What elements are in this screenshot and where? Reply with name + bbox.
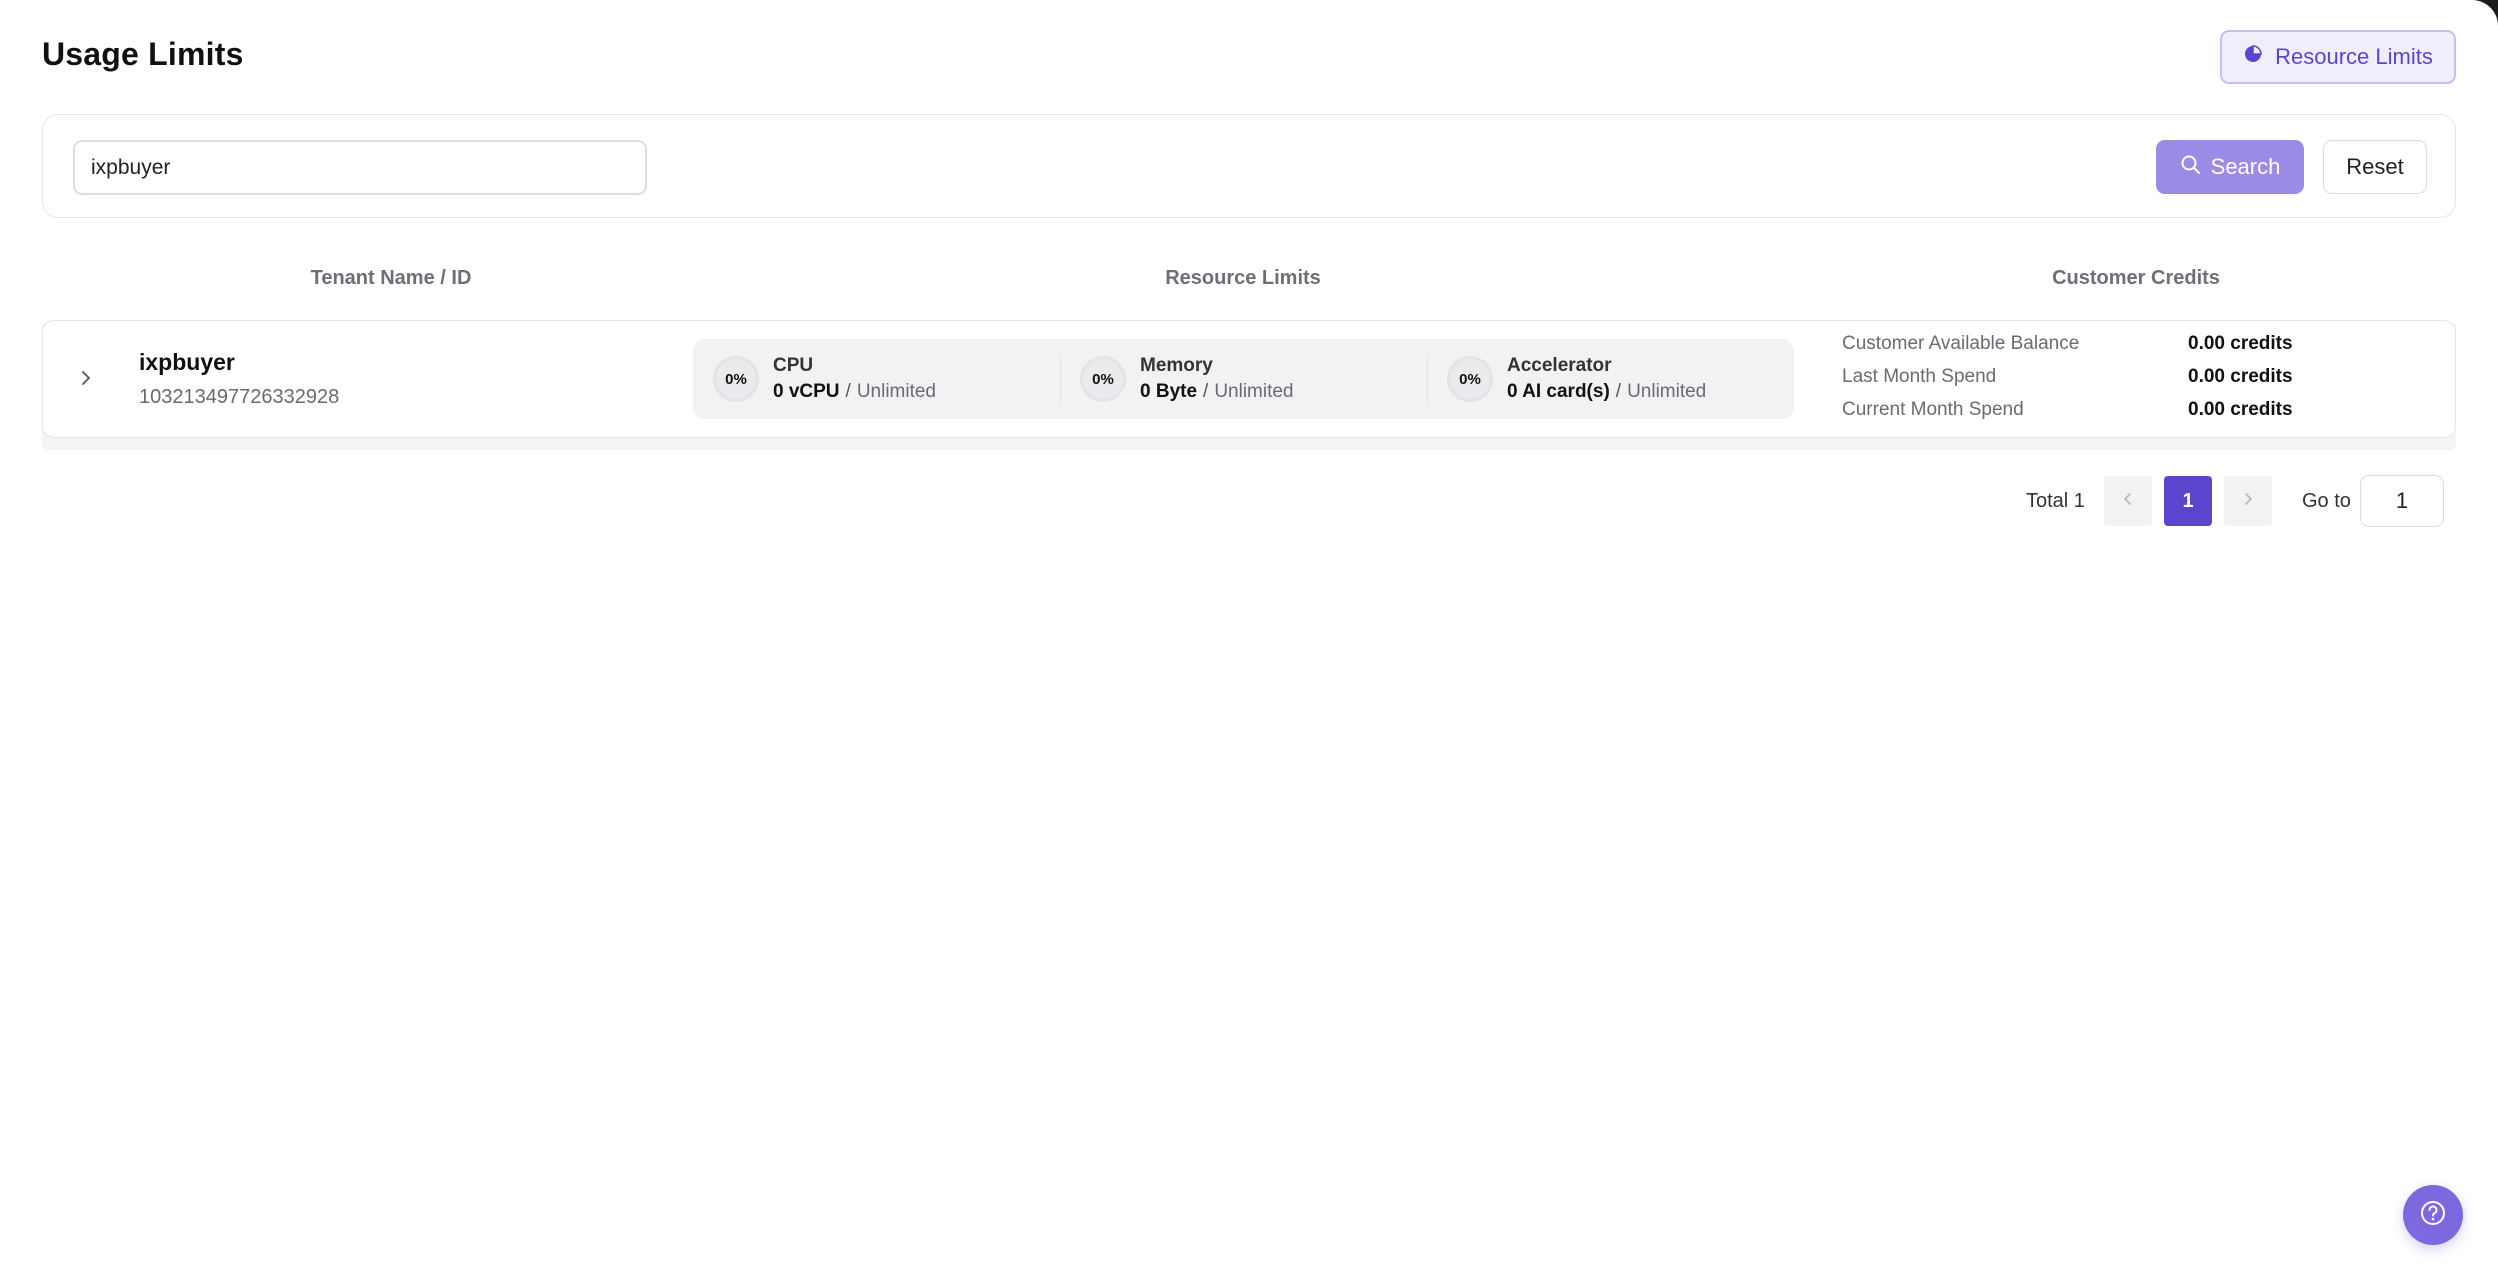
pagination-goto-input[interactable]	[2360, 475, 2444, 527]
resource-label: Memory	[1140, 355, 1213, 376]
resource-limit: Unlimited	[856, 381, 937, 402]
table-row: ixpbuyer 103213497726332928 0% CPU 0 vCP…	[42, 320, 2456, 438]
pagination-next-button[interactable]	[2224, 476, 2272, 526]
divider	[1060, 355, 1061, 403]
credit-value: 0.00 credits	[2188, 399, 2293, 420]
resource-accelerator: 0% Accelerator 0 AI card(s) / Unlimited	[1447, 339, 1706, 419]
column-header-resource-limits: Resource Limits	[1165, 267, 1321, 289]
resource-used: 0 vCPU	[773, 381, 840, 402]
pie-chart-icon	[2243, 44, 2263, 70]
divider	[1427, 355, 1428, 403]
resource-used: 0 Byte	[1140, 381, 1198, 402]
resource-cpu: 0% CPU 0 vCPU / Unlimited	[713, 339, 936, 419]
help-button[interactable]	[2403, 1185, 2463, 1245]
credit-label: Customer Available Balance	[1842, 333, 2080, 354]
resource-label: CPU	[773, 355, 814, 376]
resource-limits-label: Resource Limits	[2275, 44, 2433, 69]
column-header-customer-credits: Customer Credits	[2052, 267, 2220, 289]
resource-separator: /	[845, 381, 851, 402]
resource-memory: 0% Memory 0 Byte / Unlimited	[1080, 339, 1294, 419]
resource-separator: /	[1615, 381, 1622, 402]
resource-limit: Unlimited	[1627, 381, 1707, 402]
resource-separator: /	[1203, 381, 1209, 402]
window-corner	[2472, 0, 2498, 26]
credit-label: Current Month Spend	[1842, 399, 2024, 420]
help-circle-icon	[2419, 1199, 2447, 1232]
resource-used: 0 AI card(s)	[1507, 381, 1610, 402]
page-title: Usage Limits	[42, 36, 244, 72]
pagination-goto-label: Go to	[2302, 490, 2351, 512]
search-label: Search	[2210, 154, 2281, 179]
resource-limits-button[interactable]: Resource Limits	[2220, 30, 2456, 84]
search-panel: Search Reset	[42, 114, 2456, 218]
resource-limit: Unlimited	[1214, 381, 1294, 402]
column-header-tenant: Tenant Name / ID	[310, 267, 472, 289]
usage-ring: 0%	[713, 356, 759, 402]
pagination-prev-button[interactable]	[2104, 476, 2152, 526]
credit-label: Last Month Spend	[1842, 366, 1997, 387]
chevron-right-icon	[79, 369, 93, 392]
pagination-total: Total 1	[2026, 490, 2085, 512]
tenant-id: 103213497726332928	[139, 386, 340, 408]
search-button[interactable]: Search	[2156, 140, 2304, 194]
resource-label: Accelerator	[1507, 355, 1612, 376]
credit-value: 0.00 credits	[2188, 333, 2293, 354]
expand-row-button[interactable]	[71, 365, 101, 395]
tenant-name: ixpbuyer	[139, 349, 235, 375]
chevron-left-icon	[2122, 490, 2134, 513]
usage-ring: 0%	[1447, 356, 1493, 402]
usage-ring: 0%	[1080, 356, 1126, 402]
credit-value: 0.00 credits	[2188, 366, 2293, 387]
resource-limits-panel: 0% CPU 0 vCPU / Unlimited 0% Memory 0 Byte…	[693, 339, 1794, 419]
search-icon	[2180, 154, 2201, 181]
chevron-right-icon	[2242, 490, 2254, 513]
tenant-search-input[interactable]	[73, 140, 647, 195]
pagination-page-1[interactable]: 1	[2164, 476, 2212, 526]
reset-button[interactable]: Reset	[2323, 140, 2427, 194]
